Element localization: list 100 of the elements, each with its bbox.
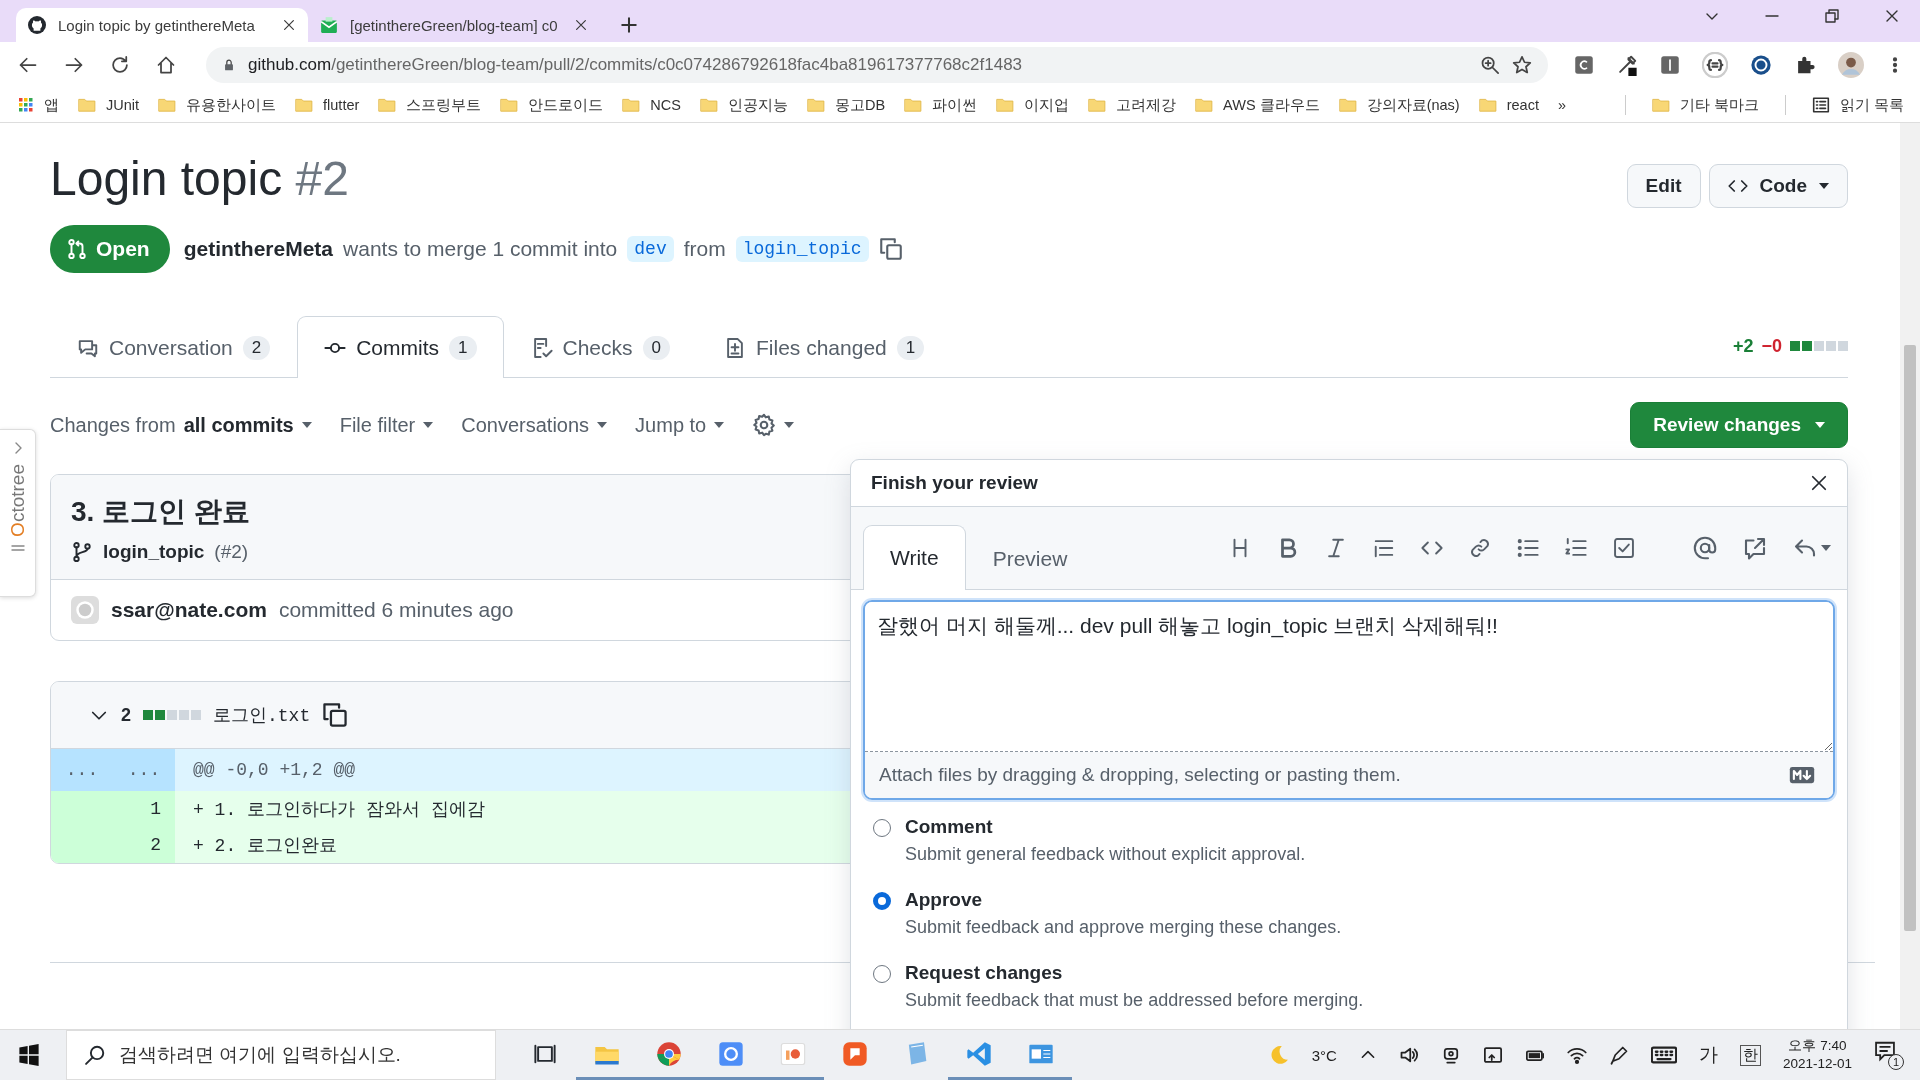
home-icon[interactable]: [156, 55, 176, 75]
clock[interactable]: 오후 7:40 2021-12-01: [1782, 1037, 1852, 1073]
italic-icon[interactable]: [1325, 537, 1347, 559]
option-label[interactable]: Comment: [905, 816, 1306, 838]
bookmark[interactable]: flutter: [295, 96, 360, 114]
star-icon[interactable]: [1512, 55, 1532, 75]
branch-label[interactable]: login_topic: [735, 236, 869, 262]
review-changes-button[interactable]: Review changes: [1630, 402, 1848, 448]
reload-icon[interactable]: [110, 55, 130, 75]
bookmark[interactable]: 유용한사이트: [158, 95, 277, 115]
extension-icon[interactable]: [1660, 55, 1680, 75]
numbered-list-icon[interactable]: [1565, 537, 1587, 559]
option-label[interactable]: Request changes: [905, 962, 1364, 984]
extension-icon[interactable]: [1574, 55, 1594, 75]
toolbar-dropdown[interactable]: File filter: [339, 413, 434, 437]
option-label[interactable]: Approve: [905, 889, 1342, 911]
forward-icon[interactable]: [64, 55, 84, 75]
task-list-icon[interactable]: [1613, 537, 1635, 559]
bookmark[interactable]: 이지업: [996, 95, 1070, 115]
radio-button[interactable]: [873, 819, 891, 837]
close-icon[interactable]: [1809, 473, 1829, 493]
pr-tab[interactable]: Checks 0: [503, 317, 697, 378]
bookmarks-overflow[interactable]: »: [1557, 97, 1566, 113]
link-icon[interactable]: [1469, 537, 1491, 559]
folder-icon: [699, 96, 718, 114]
edit-button[interactable]: Edit: [1626, 164, 1701, 208]
bookmark[interactable]: 스프링부트: [378, 95, 482, 115]
bookmark[interactable]: AWS 클라우드: [1195, 95, 1320, 115]
radio-button[interactable]: [873, 892, 891, 910]
taskbar-search-field[interactable]: 검색하려면 여기에 입력하십시오.: [66, 1030, 496, 1080]
code-button[interactable]: Code: [1708, 164, 1848, 208]
line-number[interactable]: ...: [127, 760, 161, 780]
caret-icon: [1821, 545, 1831, 551]
close-icon[interactable]: [1884, 8, 1900, 24]
eyedropper-icon[interactable]: [1616, 54, 1638, 76]
pr-tab[interactable]: Conversation 2: [50, 317, 298, 378]
weather-temperature[interactable]: 3°C: [1311, 1046, 1337, 1064]
cross-reference-icon[interactable]: [1743, 536, 1767, 560]
new-tab-icon[interactable]: [620, 16, 638, 34]
pr-tab[interactable]: Commits 1: [297, 316, 504, 378]
reading-list[interactable]: 읽기 목록: [1811, 95, 1904, 115]
pr-tab[interactable]: Files changed 1: [697, 317, 952, 378]
bookmark[interactable]: 고려제강: [1088, 95, 1177, 115]
editor-tab[interactable]: Preview: [965, 526, 1095, 590]
settings-dropdown[interactable]: [752, 413, 795, 437]
changes-dropdown[interactable]: Changes from all commits: [50, 413, 312, 437]
pull-request-icon: [66, 238, 88, 260]
bookmark[interactable]: react: [1478, 96, 1539, 114]
task-view-icon[interactable]: [534, 1042, 556, 1065]
scrollbar[interactable]: [1900, 123, 1920, 1029]
folder-icon: [1088, 96, 1107, 114]
input-language[interactable]: 가: [1698, 1042, 1718, 1068]
bookmark[interactable]: 강의자료(nas): [1338, 95, 1460, 115]
copy-icon[interactable]: [322, 702, 349, 728]
bookmark[interactable]: JUnit: [78, 96, 140, 114]
toolbar-dropdown[interactable]: Jump to: [635, 413, 725, 437]
bookmark[interactable]: NCS: [622, 96, 681, 114]
wifi-icon[interactable]: [1566, 1045, 1587, 1065]
json-icon[interactable]: [1702, 52, 1728, 78]
quote-icon[interactable]: [1373, 537, 1395, 559]
back-icon[interactable]: [18, 55, 38, 75]
windows-start-icon[interactable]: [18, 1044, 40, 1066]
bookmark[interactable]: 몽고DB: [806, 95, 886, 115]
diffstat-bar: [1790, 341, 1848, 351]
zoom-icon[interactable]: [1480, 55, 1500, 75]
pen-icon[interactable]: [1608, 1045, 1629, 1065]
author-link[interactable]: getinthereMeta: [183, 237, 334, 261]
bookmark[interactable]: 인공지능: [699, 95, 788, 115]
pr-reference[interactable]: (#2): [214, 541, 249, 563]
file-name[interactable]: 로그인.txt: [213, 703, 311, 727]
extension-icon[interactable]: [1750, 54, 1772, 76]
toolbar-dropdown[interactable]: Conversations: [461, 413, 608, 437]
mention-icon[interactable]: [1693, 536, 1717, 560]
address-bar[interactable]: github.com/getinthereGreen/blog-team/pull/2/commits/c0c074286792618fac4ba819617377768c2f1483: [206, 47, 1548, 83]
browser-tab[interactable]: Login topic by getinthereMeta: [16, 8, 308, 42]
notification-button[interactable]: 1: [1874, 1040, 1904, 1070]
display-icon[interactable]: [1482, 1045, 1503, 1065]
volume-icon[interactable]: [1398, 1045, 1419, 1065]
commit-author[interactable]: ssar@nate.com: [111, 598, 267, 622]
line-number[interactable]: ...: [65, 760, 99, 780]
input-mode[interactable]: 한: [1739, 1044, 1761, 1066]
bookmark[interactable]: 기타 북마크: [1651, 95, 1759, 115]
bulleted-list-icon[interactable]: [1517, 537, 1539, 559]
bookmark[interactable]: 파이썬: [904, 95, 978, 115]
browser-tab[interactable]: [getinthereGreen/blog-team] c0: [308, 8, 600, 42]
apps-grid-icon: [18, 97, 34, 113]
mail-icon: [320, 16, 338, 34]
restore-icon[interactable]: [1824, 8, 1840, 24]
profile-avatar[interactable]: [1838, 52, 1864, 78]
octotree-tab[interactable]: Octotree: [0, 429, 36, 597]
bookmark[interactable]: 앱: [18, 95, 59, 115]
commit-title: 3. 로그인 완료: [71, 495, 250, 529]
editor-tab[interactable]: Write: [863, 525, 966, 590]
branch-label[interactable]: dev: [627, 236, 674, 262]
option-description: Submit general feedback without explicit approval.: [905, 844, 1306, 865]
branch-link[interactable]: login_topic: [103, 541, 205, 563]
bookmark[interactable]: 안드로이드: [500, 95, 604, 115]
copy-icon[interactable]: [878, 237, 903, 261]
comment-field[interactable]: 잘했어 머지 해둘께... dev pull 해놓고 login_topic 브랜치 삭제해둬!! Attach files by dragging & dropping, selecting or pasting them.: [863, 600, 1835, 800]
radio-button[interactable]: [873, 965, 891, 983]
